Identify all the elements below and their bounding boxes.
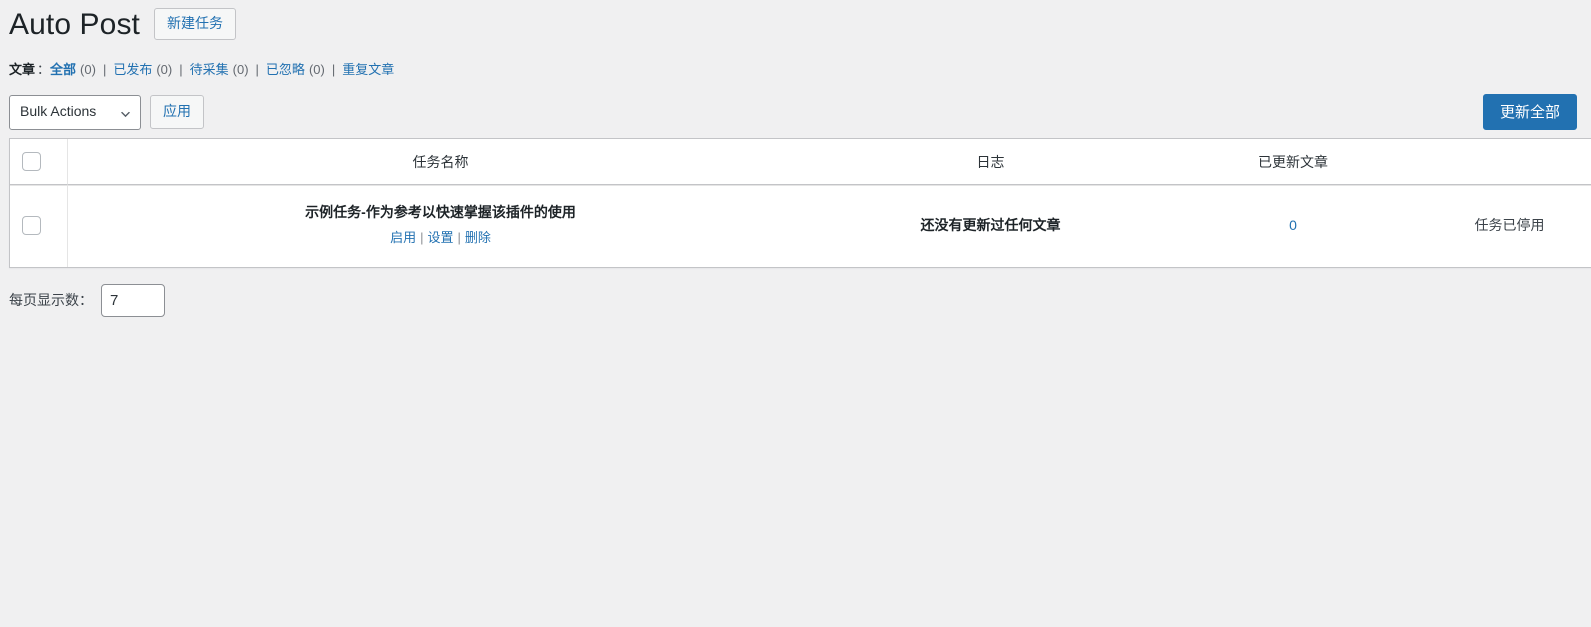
- row-checkbox-cell: [10, 185, 68, 267]
- filter-item-all[interactable]: 全部 (0): [50, 57, 96, 83]
- row-action-divider-2: |: [457, 230, 461, 245]
- row-action-delete[interactable]: 删除: [465, 230, 491, 245]
- filter-separator-glyph-4: |: [331, 62, 336, 77]
- row-updated-count-cell: 0: [1168, 185, 1418, 267]
- row-action-divider-1: |: [420, 230, 424, 245]
- table-row: 示例任务-作为参考以快速掌握该插件的使用 启用 | 设置 | 删除 还没有更新过任何文章…: [10, 185, 1591, 267]
- auto-post-page: Auto Post 新建任务 文章： 全部 (0) | 已发布 (0) | 待采…: [0, 0, 1591, 627]
- row-action-settings[interactable]: 设置: [427, 230, 453, 245]
- column-header-task-name: 任务名称: [68, 139, 813, 185]
- column-header-updated-posts: 已更新文章: [1168, 139, 1418, 185]
- row-log-cell: 还没有更新过任何文章: [813, 185, 1168, 267]
- tasks-table-body: 示例任务-作为参考以快速掌握该插件的使用 启用 | 设置 | 删除 还没有更新过任何文章…: [10, 185, 1591, 267]
- post-status-filters: 文章： 全部 (0) | 已发布 (0) | 待采集 (0) | 已忽略 (0)…: [9, 57, 1591, 83]
- filter-separator-1: |: [96, 57, 113, 83]
- tablenav-right: 更新全部: [1483, 94, 1578, 130]
- filter-group-colon: ：: [37, 62, 51, 77]
- bulk-actions-group: Bulk Actions 应用: [9, 94, 204, 130]
- apply-bulk-action-button[interactable]: 应用: [150, 95, 204, 129]
- filter-separator-3: |: [249, 57, 266, 83]
- table-header-row: 任务名称 日志 已更新文章: [10, 139, 1591, 185]
- filter-count-all: (0): [80, 62, 96, 77]
- page-header: Auto Post 新建任务: [0, 0, 1591, 44]
- status-badge: 任务已停用: [1474, 217, 1545, 234]
- per-page-label: 每页显示数：: [9, 292, 93, 309]
- filter-separator-glyph-2: |: [179, 62, 183, 77]
- filter-count-pending: (0): [232, 62, 249, 77]
- select-all-checkbox[interactable]: [22, 152, 41, 171]
- bulk-actions-select[interactable]: Bulk Actions: [9, 94, 141, 130]
- row-action-enable[interactable]: 启用: [390, 230, 416, 245]
- filter-item-ignored[interactable]: 已忽略 (0): [266, 57, 325, 83]
- task-name-text: 示例任务-作为参考以快速掌握该插件的使用: [305, 204, 576, 220]
- filter-separator-2: |: [172, 57, 189, 83]
- filter-separator-glyph-1: |: [102, 62, 107, 77]
- filter-separator-glyph-3: |: [255, 62, 259, 77]
- filter-link-ignored[interactable]: 已忽略: [266, 57, 305, 83]
- column-header-checkbox: [10, 139, 68, 185]
- log-text: 还没有更新过任何文章: [920, 217, 1061, 234]
- per-page-row: 每页显示数：: [9, 283, 1591, 317]
- updated-count-link[interactable]: 0: [1289, 217, 1297, 233]
- filter-item-pending[interactable]: 待采集 (0): [190, 57, 249, 83]
- row-status-cell: 任务已停用: [1418, 185, 1591, 267]
- filter-link-all[interactable]: 全部: [50, 57, 76, 83]
- update-all-button[interactable]: 更新全部: [1483, 94, 1578, 130]
- new-task-button[interactable]: 新建任务: [153, 7, 236, 40]
- filter-count-ignored: (0): [308, 62, 325, 77]
- row-actions: 启用 | 设置 | 删除: [68, 228, 813, 249]
- filter-count-published: (0): [156, 62, 173, 77]
- filter-item-published[interactable]: 已发布 (0): [113, 57, 172, 83]
- tasks-table: 任务名称 日志 已更新文章 示例任务-作为参考以快速掌握该插件的使用 启用 | 设置…: [9, 138, 1591, 268]
- tasks-table-head: 任务名称 日志 已更新文章: [10, 139, 1591, 185]
- row-select-checkbox[interactable]: [22, 215, 41, 235]
- column-header-status: [1418, 139, 1591, 185]
- filter-separator-4: |: [325, 57, 342, 83]
- filter-link-published[interactable]: 已发布: [113, 57, 152, 83]
- row-task-name-cell: 示例任务-作为参考以快速掌握该插件的使用 启用 | 设置 | 删除: [68, 185, 813, 267]
- filter-group-label: 文章: [9, 62, 36, 77]
- page-title: Auto Post: [9, 8, 140, 41]
- filter-group-label-item: 文章：: [9, 57, 50, 83]
- table-toolbar: Bulk Actions 应用 更新全部: [0, 92, 1591, 132]
- per-page-input[interactable]: [101, 283, 165, 317]
- bulk-actions-select-wrap: Bulk Actions: [9, 94, 141, 130]
- filter-item-duplicate[interactable]: 重复文章: [342, 57, 394, 83]
- column-header-log: 日志: [813, 139, 1168, 185]
- filter-link-pending[interactable]: 待采集: [190, 57, 229, 83]
- filter-link-duplicate[interactable]: 重复文章: [342, 57, 394, 83]
